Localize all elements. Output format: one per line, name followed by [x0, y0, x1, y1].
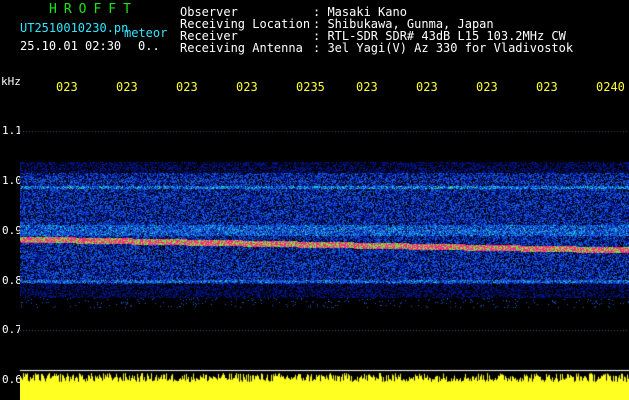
time-tick: 023	[236, 80, 258, 94]
time-tick: 023	[416, 80, 438, 94]
time-tick: 023	[476, 80, 498, 94]
time-tick: 0235	[296, 80, 325, 94]
time-tick: 023	[56, 80, 78, 94]
info-label-antenna: Receiving Antenna	[180, 41, 303, 55]
time-tick: 023	[536, 80, 558, 94]
spectrogram	[20, 93, 629, 370]
freq-tick-label: 1.0	[2, 174, 22, 187]
info-value-antenna: : 3el Yagi(V) Az 330 for Vladivostok	[313, 41, 574, 55]
count-label: 0..	[138, 39, 160, 53]
time-tick: 023	[176, 80, 198, 94]
amplitude-strip	[20, 370, 629, 400]
freq-tick-label: 0.8	[2, 274, 22, 287]
freq-tick-label: 0.9	[2, 224, 22, 237]
time-tick: 023	[116, 80, 138, 94]
app-title: HROFFT	[49, 2, 138, 17]
datetime-label: 25.10.01 02:30	[20, 39, 122, 53]
filename-suffix: meteor	[124, 26, 168, 40]
filename-label: UT2510010230.pn	[20, 21, 129, 35]
time-tick: 023	[356, 80, 378, 94]
freq-tick-label: 1.1	[2, 124, 22, 137]
freq-tick-label: 0.6	[2, 373, 22, 386]
freq-tick-label: 0.7	[2, 323, 22, 336]
time-tick: 0240	[596, 80, 625, 94]
freq-unit-label: kHz	[1, 75, 21, 88]
